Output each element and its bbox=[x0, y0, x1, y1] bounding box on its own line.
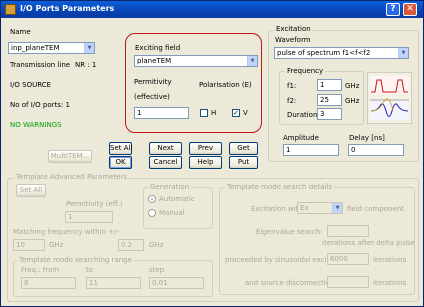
num-ports-label: No of I/O ports: 1 bbox=[10, 101, 70, 109]
multitem-button[interactable]: MultiTEM... bbox=[48, 150, 92, 163]
transmission-line-label: Transmission line bbox=[10, 61, 71, 69]
f2-input[interactable]: 25 bbox=[317, 94, 342, 106]
disconnection-input[interactable] bbox=[327, 276, 369, 288]
chevron-down-icon: ▼ bbox=[332, 203, 342, 213]
generation-title: Generation bbox=[148, 183, 192, 191]
iterations-label: iterations bbox=[373, 256, 407, 264]
component-select[interactable]: Ex ▼ bbox=[297, 202, 343, 214]
warnings-status: NO WARNINGS bbox=[10, 121, 62, 129]
excitation-title: Excitation bbox=[274, 25, 313, 33]
tolerance-input[interactable]: 0.2 bbox=[118, 239, 144, 251]
template-set-all-button[interactable]: Set All bbox=[16, 184, 46, 197]
chevron-down-icon: ▼ bbox=[84, 43, 94, 53]
get-button[interactable]: Get bbox=[229, 142, 258, 155]
duration-label: Duration bbox=[287, 111, 318, 119]
cancel-button[interactable]: Cancel bbox=[149, 156, 182, 169]
frequency-title: Frequency bbox=[285, 67, 326, 75]
manual-label: Manual bbox=[159, 209, 185, 217]
to-label: to bbox=[86, 266, 94, 274]
delay-label: Delay [ns] bbox=[349, 134, 385, 142]
component-value: Ex bbox=[300, 204, 309, 212]
app-icon bbox=[5, 4, 16, 15]
eigenvalue-input[interactable] bbox=[327, 225, 369, 237]
f2-unit: GHz bbox=[345, 97, 360, 105]
eigenvalue-label: Eigenvalue search: bbox=[256, 228, 323, 236]
title-bar[interactable]: I/O Ports Parameters ? ✕ bbox=[1, 1, 423, 18]
help-title-button[interactable]: ? bbox=[386, 3, 400, 16]
automatic-label: Automatic bbox=[159, 195, 195, 203]
generation-group bbox=[143, 187, 213, 229]
tolerance-unit: GHz bbox=[149, 241, 164, 249]
io-source-label: I/O SOURCE bbox=[10, 81, 52, 89]
nr-label: NR : 1 bbox=[75, 61, 97, 69]
f1-label: f1: bbox=[287, 82, 297, 90]
waveform-label: Waveform bbox=[275, 36, 311, 44]
amplitude-input[interactable]: 1 bbox=[283, 144, 339, 156]
ok-button[interactable]: OK bbox=[109, 156, 132, 169]
matching-label: Matching frequency within +/- bbox=[13, 228, 119, 236]
f2-label: f2: bbox=[287, 97, 297, 105]
f1-unit: GHz bbox=[345, 82, 360, 90]
polarisation-label: Polarisation (E) bbox=[199, 81, 252, 89]
permittivity-label: Permitivity bbox=[134, 78, 172, 86]
exciting-field-label: Exciting field bbox=[135, 44, 181, 52]
search-details-title: Template mode search details bbox=[225, 183, 335, 191]
h-checkbox[interactable] bbox=[200, 109, 208, 117]
search-range-title: Template mode searching range bbox=[17, 256, 134, 264]
matching-input[interactable]: 10 bbox=[13, 239, 45, 251]
waveform-preview-image bbox=[366, 71, 413, 125]
name-select[interactable]: inp_planeTEM ▼ bbox=[8, 42, 95, 54]
name-value: inp_planeTEM bbox=[11, 44, 60, 52]
proceeded-input[interactable]: 6000 bbox=[327, 253, 369, 265]
iterations-after-label: iterations after delta pulse bbox=[322, 239, 415, 247]
h-label: H bbox=[211, 109, 217, 117]
prev-button[interactable]: Prev bbox=[189, 142, 222, 155]
freq-from-label: Freq.: from bbox=[21, 266, 60, 274]
iterations-label-2: iterations bbox=[373, 279, 407, 287]
freq-from-input[interactable]: 8 bbox=[21, 277, 76, 289]
io-ports-dialog: I/O Ports Parameters ? ✕ Name inp_planeT… bbox=[0, 0, 424, 307]
exciting-field-select[interactable]: planeTEM ▼ bbox=[134, 55, 258, 67]
permittivity-sub-label: (effective) bbox=[134, 93, 170, 101]
freq-step-input[interactable]: 0.01 bbox=[149, 277, 204, 289]
freq-to-input[interactable]: 11 bbox=[86, 277, 141, 289]
amplitude-label: Amplitude bbox=[283, 134, 319, 142]
permittivity-input[interactable]: 1 bbox=[134, 107, 189, 119]
f1-input[interactable]: 1 bbox=[317, 79, 342, 91]
help-button[interactable]: Help bbox=[189, 156, 222, 169]
chevron-down-icon: ▼ bbox=[398, 48, 408, 58]
step-label: step bbox=[149, 266, 165, 274]
window-title: I/O Ports Parameters bbox=[20, 4, 115, 13]
v-label: V bbox=[243, 109, 248, 117]
put-button[interactable]: Put bbox=[229, 156, 258, 169]
matching-unit: GHz bbox=[49, 241, 64, 249]
template-advanced-title: Template Advanced Parameters bbox=[14, 173, 130, 181]
exciting-field-value: planeTEM bbox=[137, 57, 172, 65]
chevron-down-icon: ▼ bbox=[247, 56, 257, 66]
v-checkbox[interactable]: ✓ bbox=[232, 109, 240, 117]
automatic-radio[interactable] bbox=[148, 195, 156, 203]
template-permittivity-label: Permitivity (eff.) bbox=[66, 200, 123, 208]
delay-input[interactable]: 0 bbox=[348, 144, 404, 156]
template-permittivity-input[interactable]: 1 bbox=[65, 211, 113, 223]
waveform-value: pulse of spectrum f1<f<f2 bbox=[277, 49, 371, 57]
manual-radio[interactable] bbox=[148, 209, 156, 217]
next-button[interactable]: Next bbox=[149, 142, 182, 155]
close-icon[interactable]: ✕ bbox=[403, 3, 417, 16]
set-all-button[interactable]: Set All bbox=[109, 142, 132, 155]
field-component-label: field component bbox=[347, 205, 404, 213]
waveform-select[interactable]: pulse of spectrum f1<f<f2 ▼ bbox=[274, 47, 409, 59]
excitation-with-label: Excitation with bbox=[251, 205, 303, 213]
name-label: Name bbox=[10, 28, 31, 36]
duration-input[interactable]: 3 bbox=[317, 108, 342, 120]
